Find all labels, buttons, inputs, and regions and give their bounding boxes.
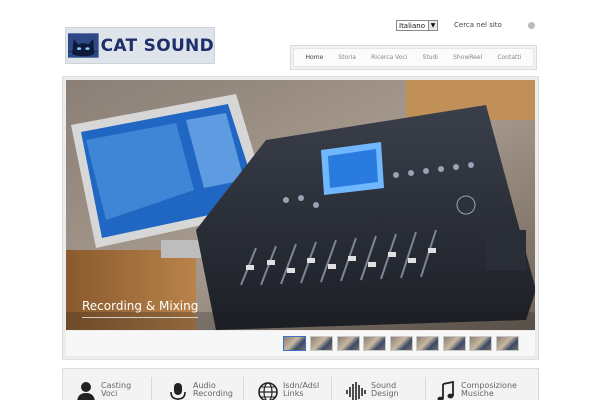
search-icon[interactable]: [528, 22, 535, 29]
service-audio-recording[interactable]: Audio Recording: [167, 373, 253, 400]
service-composizione-musiche[interactable]: Composizione Musiche: [435, 373, 541, 400]
nav-item-ricerca-voci[interactable]: Ricerca Voci: [371, 54, 407, 61]
services-bar: Casting Voci Audio Recording Isdn/Adsl L…: [62, 368, 539, 400]
site-logo[interactable]: CAT SOUND: [65, 27, 215, 64]
slider-image[interactable]: Recording & Mixing: [66, 80, 535, 330]
thumbnail-3[interactable]: [337, 336, 360, 351]
microphone-icon: [170, 383, 186, 400]
service-audio-recording-line2: Recording: [193, 389, 234, 398]
nav-item-home[interactable]: Home: [306, 54, 324, 61]
thumbnail-6[interactable]: [416, 336, 439, 351]
divider: [151, 377, 152, 400]
thumbnail-5[interactable]: [390, 336, 413, 351]
language-select-value: Italiano: [399, 21, 425, 30]
person-silhouette-icon: [77, 382, 95, 400]
thumbnail-9[interactable]: [496, 336, 519, 351]
divider: [425, 377, 426, 400]
waveform-icon: [346, 382, 366, 400]
divider: [243, 377, 244, 400]
slide-caption: Recording & Mixing: [82, 299, 199, 318]
language-select[interactable]: Italiano ▼: [396, 20, 438, 31]
service-sound-design-line2: Design: [371, 389, 399, 398]
service-composizione-line2: Musiche: [461, 389, 494, 398]
divider: [331, 377, 332, 400]
main-nav: Home Storia Ricerca Voci Studi ShowReel …: [290, 45, 537, 70]
main-nav-inner: Home Storia Ricerca Voci Studi ShowReel …: [293, 48, 534, 67]
thumbnail-2[interactable]: [310, 336, 333, 351]
thumbnail-1[interactable]: [283, 336, 306, 351]
logo-text: CAT SOUND: [100, 35, 214, 56]
music-note-icon: [437, 381, 454, 400]
image-slider: Recording & Mixing: [62, 76, 539, 360]
mixing-console-photo: [66, 80, 535, 330]
thumbnail-strip: [66, 331, 535, 356]
cat-logo-icon: [68, 33, 99, 58]
thumbnail-4[interactable]: [363, 336, 386, 351]
chevron-down-icon: ▼: [428, 21, 437, 30]
service-isdn-adsl-line2: Links: [283, 389, 304, 398]
nav-item-showreel[interactable]: ShowReel: [453, 54, 482, 61]
nav-item-contatti[interactable]: Contatti: [497, 54, 521, 61]
nav-item-studi[interactable]: Studi: [423, 54, 438, 61]
search-input[interactable]: Cerca nel sito: [454, 21, 502, 29]
nav-item-storia[interactable]: Storia: [338, 54, 356, 61]
globe-icon: [258, 382, 278, 400]
thumbnail-7[interactable]: [443, 336, 466, 351]
service-sound-design[interactable]: Sound Design: [345, 373, 431, 400]
thumbnail-8[interactable]: [469, 336, 492, 351]
service-casting-voci[interactable]: Casting Voci: [75, 373, 161, 400]
service-casting-voci-line2: Voci: [101, 389, 118, 398]
